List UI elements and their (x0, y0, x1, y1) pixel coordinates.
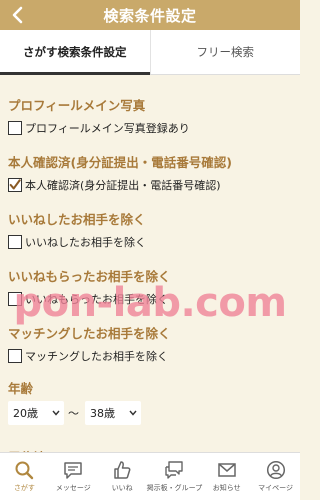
nav-item-like[interactable]: いいね (98, 453, 147, 500)
nav-label: 掲示板・グループ (146, 484, 203, 492)
checkbox-row[interactable]: いいねもらったお相手を除く (8, 291, 292, 307)
bottom-nav: さがす メッセージ いいね 掲示板・グループ お知らせ マイページ (0, 452, 300, 500)
header-bar: 検索条件設定 (0, 0, 300, 30)
page-title: 検索条件設定 (103, 6, 197, 25)
checkbox-label: いいねしたお相手を除く (25, 236, 146, 249)
search-icon (14, 460, 34, 480)
mail-icon (217, 460, 237, 480)
checkbox[interactable] (8, 121, 22, 135)
section-age: 年齢 (8, 378, 292, 397)
tab-free-search[interactable]: フリー検索 (149, 30, 301, 74)
checkbox-row[interactable]: マッチングしたお相手を除く (8, 348, 292, 364)
nav-item-board[interactable]: 掲示板・グループ (146, 453, 203, 500)
checkbox-row[interactable]: プロフィールメイン写真登録あり (8, 120, 292, 136)
section-identity-verified: 本人確認済(身分証提出・電話番号確認) 本人確認済(身分証提出・電話番号確認) (8, 152, 292, 193)
section-title: いいねもらったお相手を除く (8, 269, 171, 284)
checkbox[interactable] (8, 349, 22, 363)
nav-item-notice[interactable]: お知らせ (202, 453, 251, 500)
nav-item-message[interactable]: メッセージ (49, 453, 98, 500)
nav-label: メッセージ (55, 484, 91, 492)
message-icon (63, 460, 83, 480)
age-range: 20歳 〜 38歳 (8, 401, 141, 425)
back-button[interactable] (6, 3, 28, 27)
section-title: 年齢 (8, 381, 34, 396)
nav-item-mypage[interactable]: マイページ (251, 453, 300, 500)
age-min-select[interactable]: 20歳 (8, 401, 64, 425)
nav-label: さがす (13, 484, 35, 492)
thumbs-up-icon (112, 460, 132, 480)
checkbox-label: プロフィールメイン写真登録あり (25, 122, 190, 135)
nav-label: マイページ (258, 484, 293, 492)
chevron-down-icon (129, 410, 137, 416)
chevron-left-icon (12, 6, 23, 24)
section-title: マッチングしたお相手を除く (8, 326, 171, 341)
section-title: いいねしたお相手を除く (8, 212, 146, 227)
section-profile-photo: プロフィールメイン写真 プロフィールメイン写真登録あり (8, 95, 292, 136)
section-exclude-received-likes: いいねもらったお相手を除く いいねもらったお相手を除く (8, 266, 292, 307)
checkbox-label: 本人確認済(身分証提出・電話番号確認) (25, 179, 221, 192)
tab-bar: さがす検索条件設定 フリー検索 (0, 30, 300, 75)
tab-search-conditions[interactable]: さがす検索条件設定 (0, 30, 150, 75)
checkbox-row[interactable]: いいねしたお相手を除く (8, 234, 292, 250)
nav-label: いいね (111, 484, 133, 492)
age-max-select[interactable]: 38歳 (85, 401, 141, 425)
nav-label: お知らせ (212, 484, 241, 492)
checkmark-icon (9, 179, 21, 190)
checkbox[interactable] (8, 235, 22, 249)
section-title: 本人確認済(身分証提出・電話番号確認) (8, 155, 232, 170)
section-title: プロフィールメイン写真 (8, 98, 146, 113)
checkbox-row[interactable]: 本人確認済(身分証提出・電話番号確認) (8, 177, 292, 193)
chevron-down-icon (52, 410, 60, 416)
section-exclude-matched: マッチングしたお相手を除く マッチングしたお相手を除く (8, 323, 292, 364)
search-conditions-form: プロフィールメイン写真 プロフィールメイン写真登録あり 本人確認済(身分証提出・… (0, 75, 300, 455)
age-separator: 〜 (68, 407, 79, 420)
nav-item-search[interactable]: さがす (0, 453, 49, 500)
age-max-value: 38歳 (90, 407, 115, 420)
checkbox-label: マッチングしたお相手を除く (25, 350, 168, 363)
checkbox-label: いいねもらったお相手を除く (25, 293, 168, 306)
age-min-value: 20歳 (13, 407, 38, 420)
section-exclude-liked: いいねしたお相手を除く いいねしたお相手を除く (8, 209, 292, 250)
person-icon (266, 460, 286, 480)
checkbox[interactable] (8, 292, 22, 306)
board-icon (164, 460, 184, 480)
checkbox-checked[interactable] (8, 178, 22, 192)
